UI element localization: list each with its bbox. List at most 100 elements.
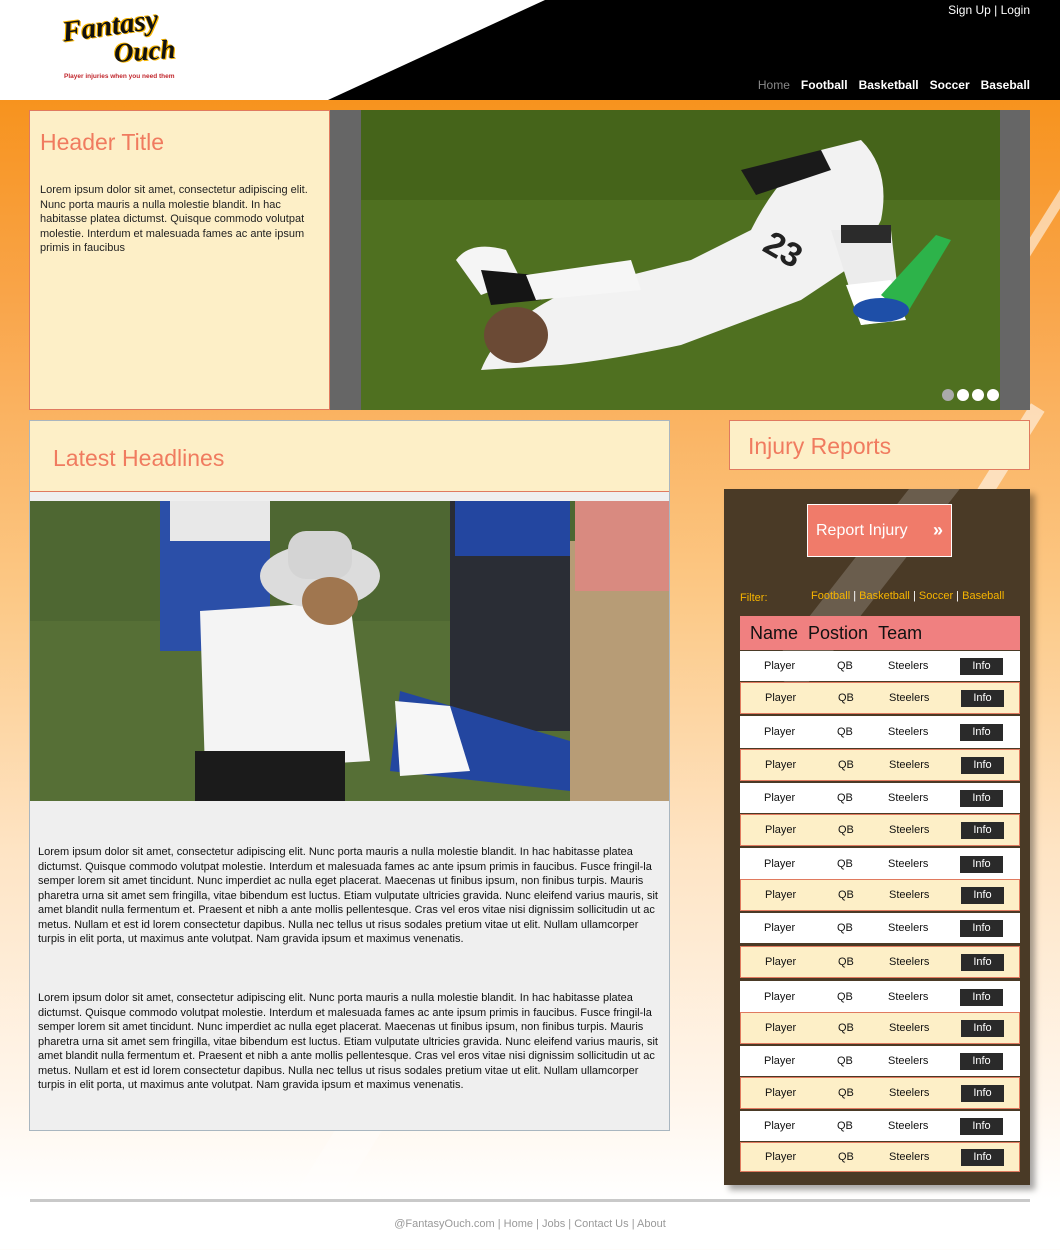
- headline-paragraph: Lorem ipsum dolor sit amet, consectetur …: [38, 846, 658, 945]
- footer-site-link[interactable]: @FantasyOuch.com: [394, 1218, 494, 1230]
- slider-dot[interactable]: [972, 389, 984, 401]
- footer-jobs-link[interactable]: Jobs: [542, 1218, 565, 1230]
- team-cell: Steelers: [888, 1055, 929, 1067]
- team-cell: Steelers: [889, 889, 930, 901]
- position-cell: QB: [838, 1151, 854, 1163]
- injury-table-header: Name Postion Team: [740, 616, 1020, 650]
- slider-dot[interactable]: [942, 389, 954, 401]
- site-logo[interactable]: Fantasy Ouch Player injuries when you ne…: [60, 3, 192, 85]
- nav-baseball[interactable]: Baseball: [981, 78, 1030, 92]
- hero-text: Lorem ipsum dolor sit amet, consectetur …: [40, 184, 308, 254]
- table-row: Player QB Steelers Info: [740, 946, 1020, 978]
- team-cell: Steelers: [889, 1022, 930, 1034]
- footer-about-link[interactable]: About: [637, 1218, 666, 1230]
- info-button[interactable]: Info: [960, 657, 1003, 675]
- info-button[interactable]: Info: [961, 821, 1004, 839]
- player-name-cell: Player: [764, 991, 796, 1003]
- login-link[interactable]: Login: [1001, 3, 1030, 17]
- info-button[interactable]: Info: [960, 1117, 1003, 1135]
- position-cell: QB: [837, 1120, 853, 1132]
- player-name-cell: Player: [765, 824, 797, 836]
- team-cell: Steelers: [888, 1120, 929, 1132]
- position-cell: QB: [837, 991, 853, 1003]
- player-name-cell: Player: [765, 1022, 797, 1034]
- table-row: Player QB Steelers Info: [740, 848, 1020, 880]
- column-name: Name: [750, 622, 799, 643]
- team-cell: Steelers: [889, 692, 930, 704]
- headline-paragraph: Lorem ipsum dolor sit amet, consectetur …: [38, 992, 658, 1091]
- hero-title: Header Title: [40, 129, 165, 155]
- position-cell: QB: [837, 726, 853, 738]
- info-button[interactable]: Info: [960, 919, 1003, 937]
- position-cell: QB: [838, 889, 854, 901]
- info-button[interactable]: Info: [960, 723, 1003, 741]
- team-cell: Steelers: [889, 1087, 930, 1099]
- injury-reports-title: Injury Reports: [748, 433, 892, 459]
- nav-home[interactable]: Home: [758, 78, 790, 92]
- main-nav: Home Football Basketball Soccer Baseball: [758, 78, 1030, 92]
- signup-link[interactable]: Sign Up: [948, 3, 991, 17]
- slider-dots: [942, 389, 999, 401]
- filter-baseball[interactable]: Baseball: [962, 590, 1004, 602]
- info-button[interactable]: Info: [961, 689, 1004, 707]
- filter-football[interactable]: Football: [811, 590, 850, 602]
- site-footer: @FantasyOuch.com | Home | Jobs | Contact…: [394, 1218, 666, 1230]
- position-cell: QB: [837, 922, 853, 934]
- report-injury-button[interactable]: Report Injury »: [807, 504, 952, 557]
- table-row: Player QB Steelers Info: [740, 913, 1020, 943]
- info-button[interactable]: Info: [960, 988, 1003, 1006]
- player-name-cell: Player: [765, 1087, 797, 1099]
- table-row: Player QB Steelers Info: [740, 749, 1020, 781]
- table-row: Player QB Steelers Info: [740, 716, 1020, 748]
- team-cell: Steelers: [888, 991, 929, 1003]
- position-cell: QB: [837, 1055, 853, 1067]
- auth-separator: |: [994, 3, 998, 17]
- report-injury-label: Report Injury: [816, 521, 908, 539]
- info-button[interactable]: Info: [960, 855, 1003, 873]
- filter-soccer[interactable]: Soccer: [919, 590, 953, 602]
- table-row: Player QB Steelers Info: [740, 1142, 1020, 1172]
- news-photo-trainer-taping: [30, 501, 669, 801]
- column-team: Team: [878, 622, 923, 643]
- team-cell: Steelers: [888, 726, 929, 738]
- filter-basketball[interactable]: Basketball: [859, 590, 910, 602]
- footer-home-link[interactable]: Home: [504, 1218, 533, 1230]
- info-button[interactable]: Info: [961, 886, 1004, 904]
- slider-dot[interactable]: [987, 389, 999, 401]
- position-cell: QB: [838, 956, 854, 968]
- info-button[interactable]: Info: [960, 1052, 1003, 1070]
- hero-slider[interactable]: 23: [330, 110, 1030, 410]
- info-button[interactable]: Info: [961, 1019, 1004, 1037]
- info-button[interactable]: Info: [961, 756, 1004, 774]
- info-button[interactable]: Info: [961, 1148, 1004, 1166]
- filter-links: Football | Basketball | Soccer | Basebal…: [811, 590, 1005, 602]
- footer-contact-link[interactable]: Contact Us: [574, 1218, 628, 1230]
- info-button[interactable]: Info: [961, 1084, 1004, 1102]
- info-button[interactable]: Info: [961, 953, 1004, 971]
- team-cell: Steelers: [889, 1151, 930, 1163]
- logo-word-ouch: Ouch: [112, 33, 177, 69]
- player-name-cell: Player: [764, 922, 796, 934]
- team-cell: Steelers: [889, 824, 930, 836]
- auth-links: Sign Up | Login: [948, 3, 1030, 17]
- injured-player-illustration: 23: [361, 110, 1000, 410]
- nav-football[interactable]: Football: [801, 78, 848, 92]
- player-name-cell: Player: [764, 660, 796, 672]
- slider-dot[interactable]: [957, 389, 969, 401]
- player-name-cell: Player: [764, 858, 796, 870]
- info-button[interactable]: Info: [960, 789, 1003, 807]
- headlines-header: Latest Headlines: [30, 421, 669, 492]
- site-header: Fantasy Ouch Player injuries when you ne…: [0, 0, 1060, 100]
- double-chevron-right-icon: »: [932, 520, 943, 540]
- nav-basketball[interactable]: Basketball: [859, 78, 919, 92]
- table-row: Player QB Steelers Info: [740, 1111, 1020, 1141]
- position-cell: QB: [837, 858, 853, 870]
- position-cell: QB: [838, 1022, 854, 1034]
- injury-reports-panel: Report Injury » Filter: Football | Baske…: [724, 489, 1030, 1185]
- team-cell: Steelers: [888, 792, 929, 804]
- player-name-cell: Player: [764, 1055, 796, 1067]
- table-row: Player QB Steelers Info: [740, 981, 1020, 1013]
- table-row: Player QB Steelers Info: [740, 1077, 1020, 1109]
- nav-soccer[interactable]: Soccer: [930, 78, 970, 92]
- player-name-cell: Player: [764, 792, 796, 804]
